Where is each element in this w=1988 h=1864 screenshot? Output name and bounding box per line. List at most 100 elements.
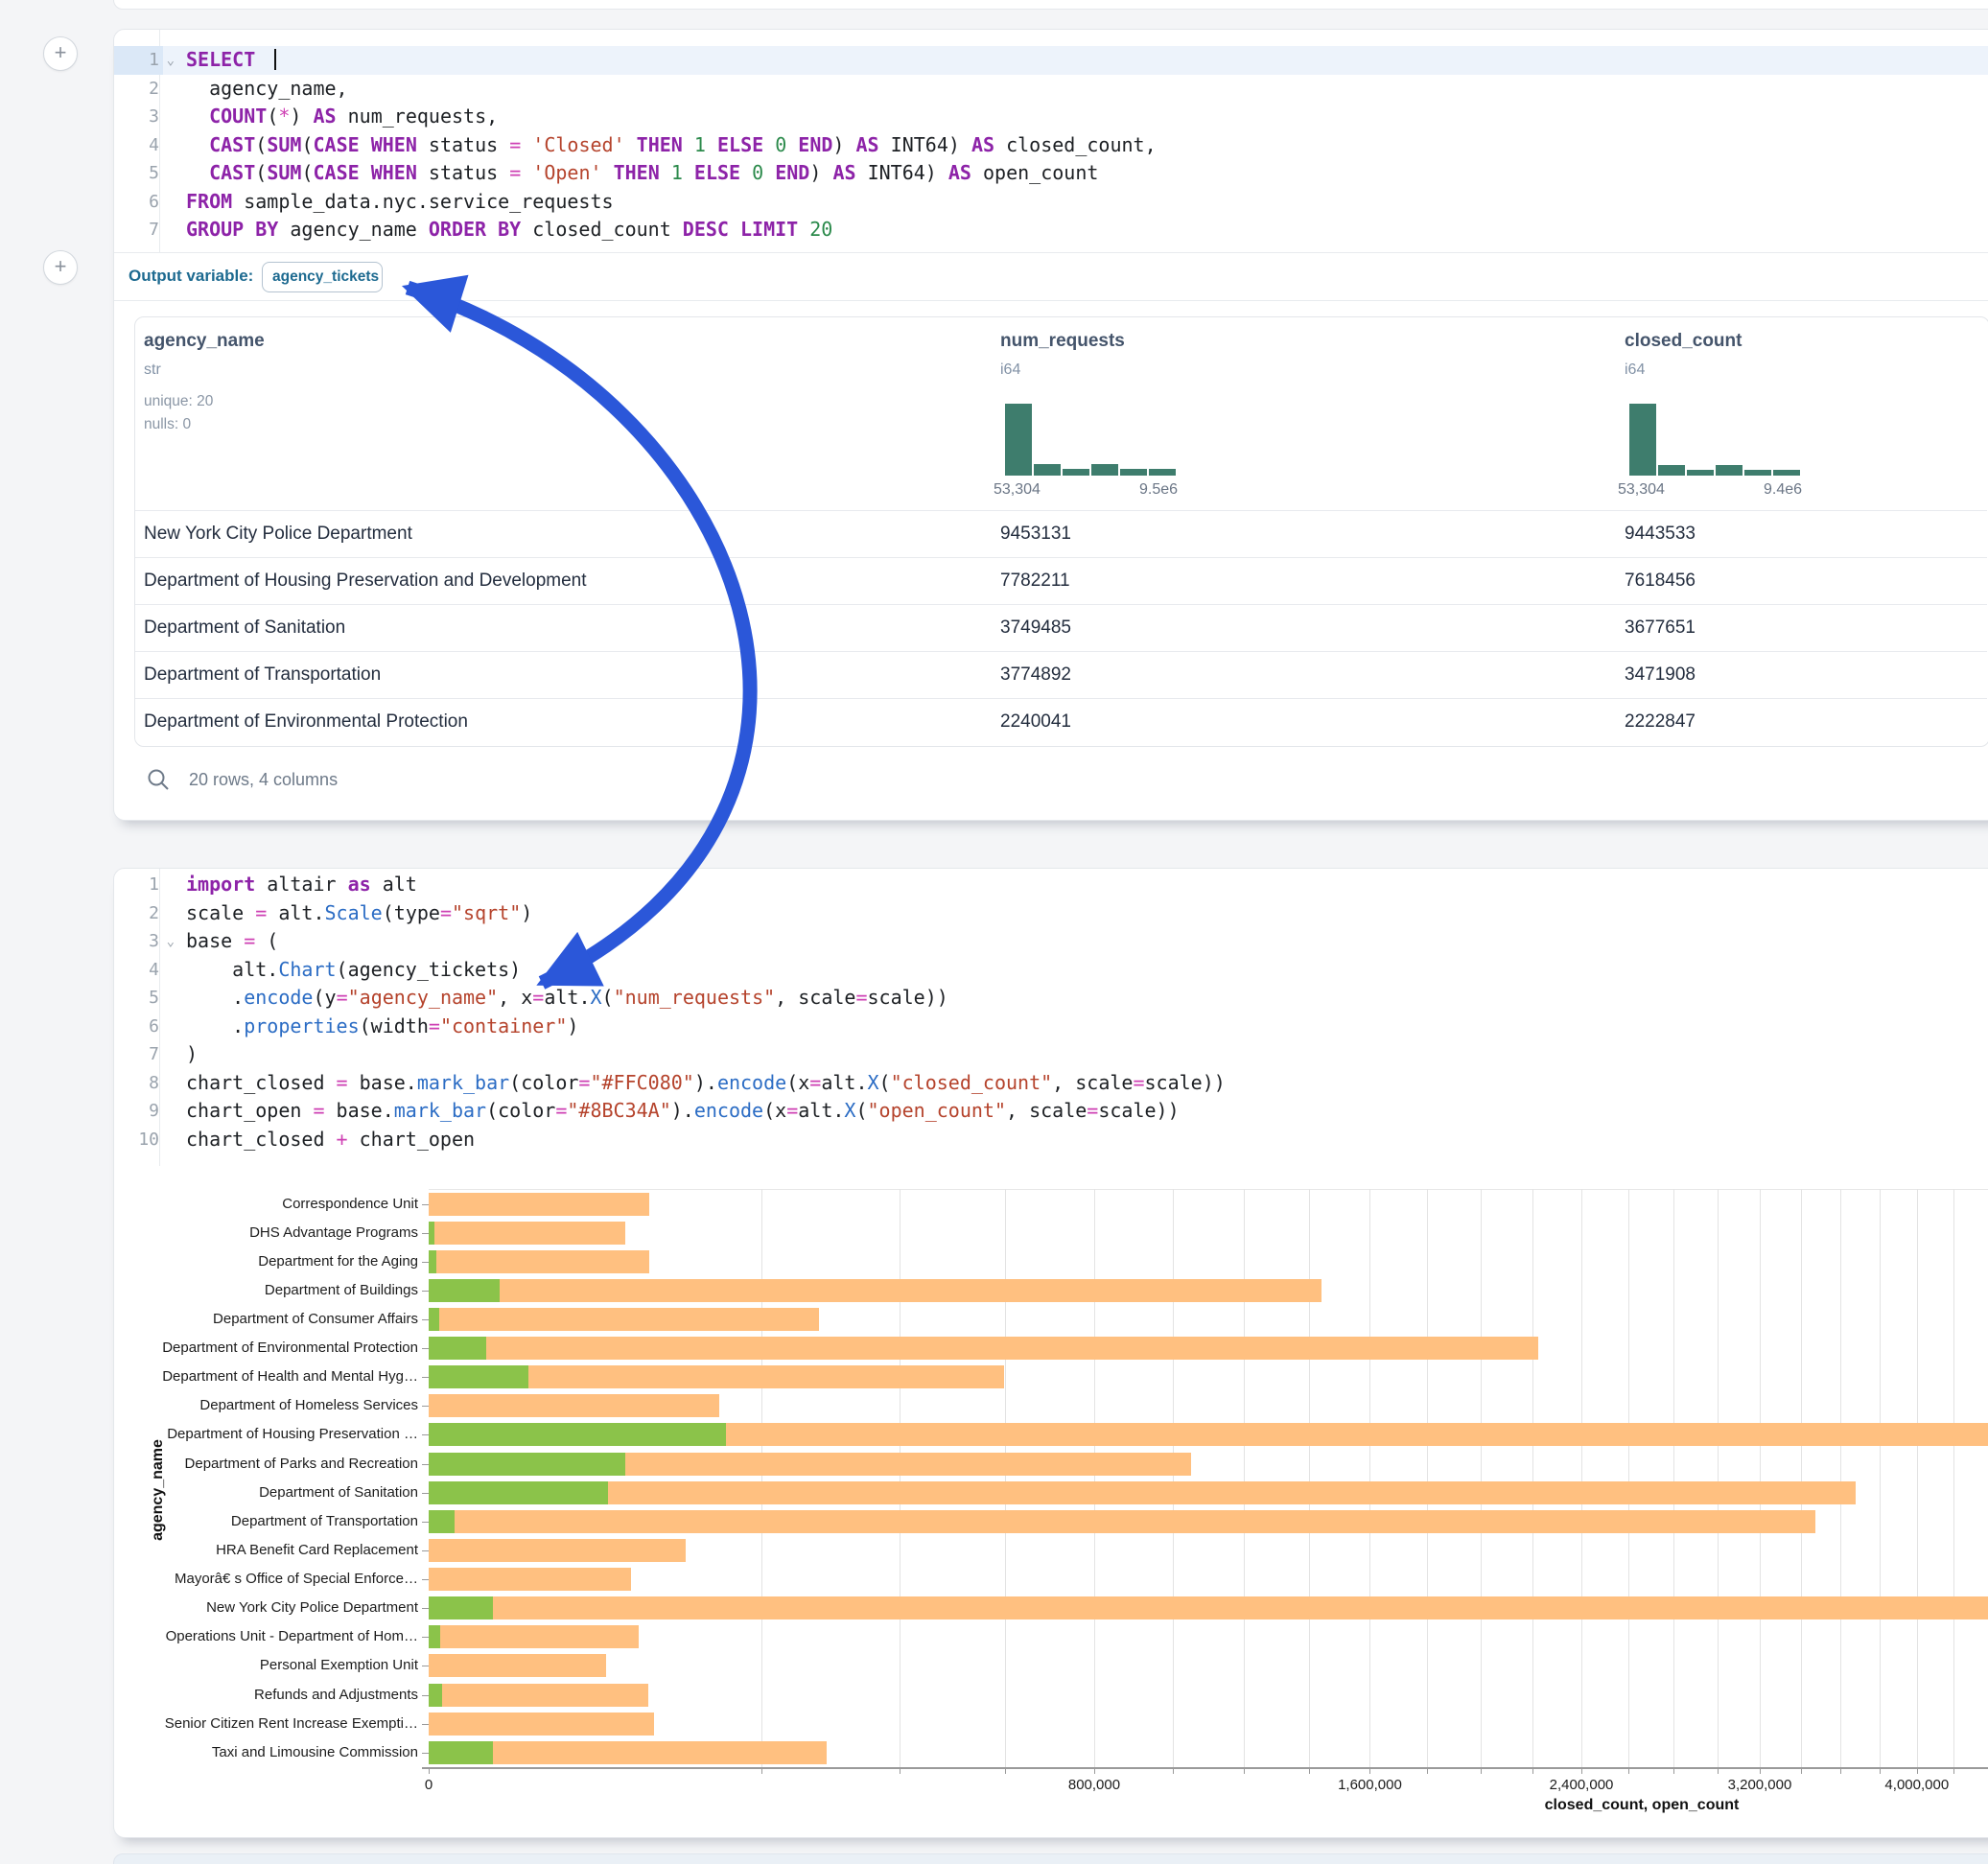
gridline: [1309, 1189, 1310, 1767]
category-label: Department of Housing Preservation …: [130, 1426, 418, 1442]
gridline: [1801, 1189, 1802, 1767]
y-tick: [422, 1637, 429, 1638]
y-tick: [422, 1579, 429, 1580]
gridline: [1673, 1189, 1674, 1767]
gridline: [1581, 1189, 1582, 1767]
bar-open: [429, 1250, 436, 1273]
category-label: Personal Exemption Unit: [130, 1657, 418, 1673]
x-tick-label: 3,200,000: [1728, 1777, 1792, 1793]
x-axis-title: closed_count, open_count: [1545, 1797, 1740, 1814]
bar-closed: [429, 1539, 686, 1562]
x-tick: [1173, 1768, 1174, 1774]
plot-top-edge: [429, 1189, 1988, 1190]
bar-closed: [429, 1337, 1538, 1360]
y-tick: [422, 1522, 429, 1523]
x-tick: [1801, 1768, 1802, 1774]
gridline: [1173, 1189, 1174, 1767]
x-tick-label: 1,600,000: [1338, 1777, 1402, 1793]
x-tick-label: 0: [425, 1777, 433, 1793]
category-label: Refunds and Adjustments: [130, 1687, 418, 1703]
x-axis-line: [422, 1767, 1988, 1769]
y-tick: [422, 1406, 429, 1407]
bar-open: [429, 1337, 486, 1360]
category-label: New York City Police Department: [130, 1599, 418, 1616]
bar-open: [429, 1741, 493, 1764]
gridline: [1369, 1189, 1370, 1767]
gridline: [1427, 1189, 1428, 1767]
bar-closed: [429, 1394, 719, 1417]
y-tick: [422, 1377, 429, 1378]
bar-open: [429, 1625, 440, 1648]
x-tick: [1917, 1768, 1918, 1774]
x-tick-label: 4,000,000: [1884, 1777, 1949, 1793]
y-tick: [422, 1753, 429, 1754]
bar-closed: [429, 1481, 1856, 1504]
bar-closed: [429, 1250, 649, 1273]
y-tick: [422, 1204, 429, 1205]
x-tick: [1953, 1768, 1954, 1774]
x-tick: [1628, 1768, 1629, 1774]
x-tick: [1880, 1768, 1881, 1774]
y-axis-title: agency_name: [150, 1439, 167, 1541]
gridline: [1760, 1189, 1761, 1767]
y-tick: [422, 1493, 429, 1494]
y-tick: [422, 1233, 429, 1234]
y-tick: [422, 1464, 429, 1465]
y-tick: [422, 1434, 429, 1435]
bar-closed: [429, 1568, 631, 1591]
gridline: [1094, 1189, 1095, 1767]
y-tick: [422, 1291, 429, 1292]
x-tick: [1718, 1768, 1719, 1774]
bar-open: [429, 1481, 608, 1504]
gridline: [761, 1189, 762, 1767]
gridline: [1880, 1189, 1881, 1767]
bar-open: [429, 1222, 434, 1245]
y-tick: [422, 1262, 429, 1263]
category-label: Department of Transportation: [130, 1513, 418, 1529]
category-label: Department for the Aging: [130, 1253, 418, 1270]
gridline: [1917, 1189, 1918, 1767]
bar-closed: [429, 1510, 1815, 1533]
x-tick: [1005, 1768, 1006, 1774]
category-label: Taxi and Limousine Commission: [130, 1744, 418, 1760]
category-label: Department of Health and Mental Hyg…: [130, 1368, 418, 1385]
y-tick: [422, 1319, 429, 1320]
notebook-page: + + 1⌄SELECT 2 agency_name,3 COUNT(*) AS…: [0, 0, 1988, 1864]
y-tick: [422, 1348, 429, 1349]
bar-open: [429, 1308, 439, 1331]
x-tick: [429, 1768, 430, 1774]
category-label: Department of Buildings: [130, 1282, 418, 1298]
bar-closed: [429, 1596, 1988, 1619]
gridline: [1840, 1189, 1841, 1767]
bar-open: [429, 1510, 455, 1533]
next-cell-edge: [113, 1853, 1988, 1864]
x-tick-label: 800,000: [1068, 1777, 1120, 1793]
category-label: Correspondence Unit: [130, 1196, 418, 1212]
y-tick: [422, 1608, 429, 1609]
x-tick: [1481, 1768, 1482, 1774]
bar-open: [429, 1279, 500, 1302]
gridline: [1532, 1189, 1533, 1767]
gridline: [1953, 1189, 1954, 1767]
category-label: Operations Unit - Department of Hom…: [130, 1628, 418, 1644]
bar-closed: [429, 1308, 819, 1331]
x-tick: [761, 1768, 762, 1774]
x-tick: [1244, 1768, 1245, 1774]
gridline: [1481, 1189, 1482, 1767]
x-tick: [1760, 1768, 1761, 1774]
bar-closed: [429, 1193, 649, 1216]
bar-open: [429, 1365, 528, 1388]
x-tick: [1673, 1768, 1674, 1774]
gridline: [1244, 1189, 1245, 1767]
bar-closed: [429, 1654, 606, 1677]
x-tick: [1094, 1768, 1095, 1774]
gridline: [1628, 1189, 1629, 1767]
category-label: Mayorâ€ s Office of Special Enforce…: [130, 1571, 418, 1587]
category-label: Department of Homeless Services: [130, 1397, 418, 1413]
category-label: Department of Sanitation: [130, 1484, 418, 1501]
gridline: [1718, 1189, 1719, 1767]
category-label: Department of Parks and Recreation: [130, 1456, 418, 1472]
x-tick: [1369, 1768, 1370, 1774]
bar-closed: [429, 1279, 1321, 1302]
category-label: Department of Consumer Affairs: [130, 1311, 418, 1327]
